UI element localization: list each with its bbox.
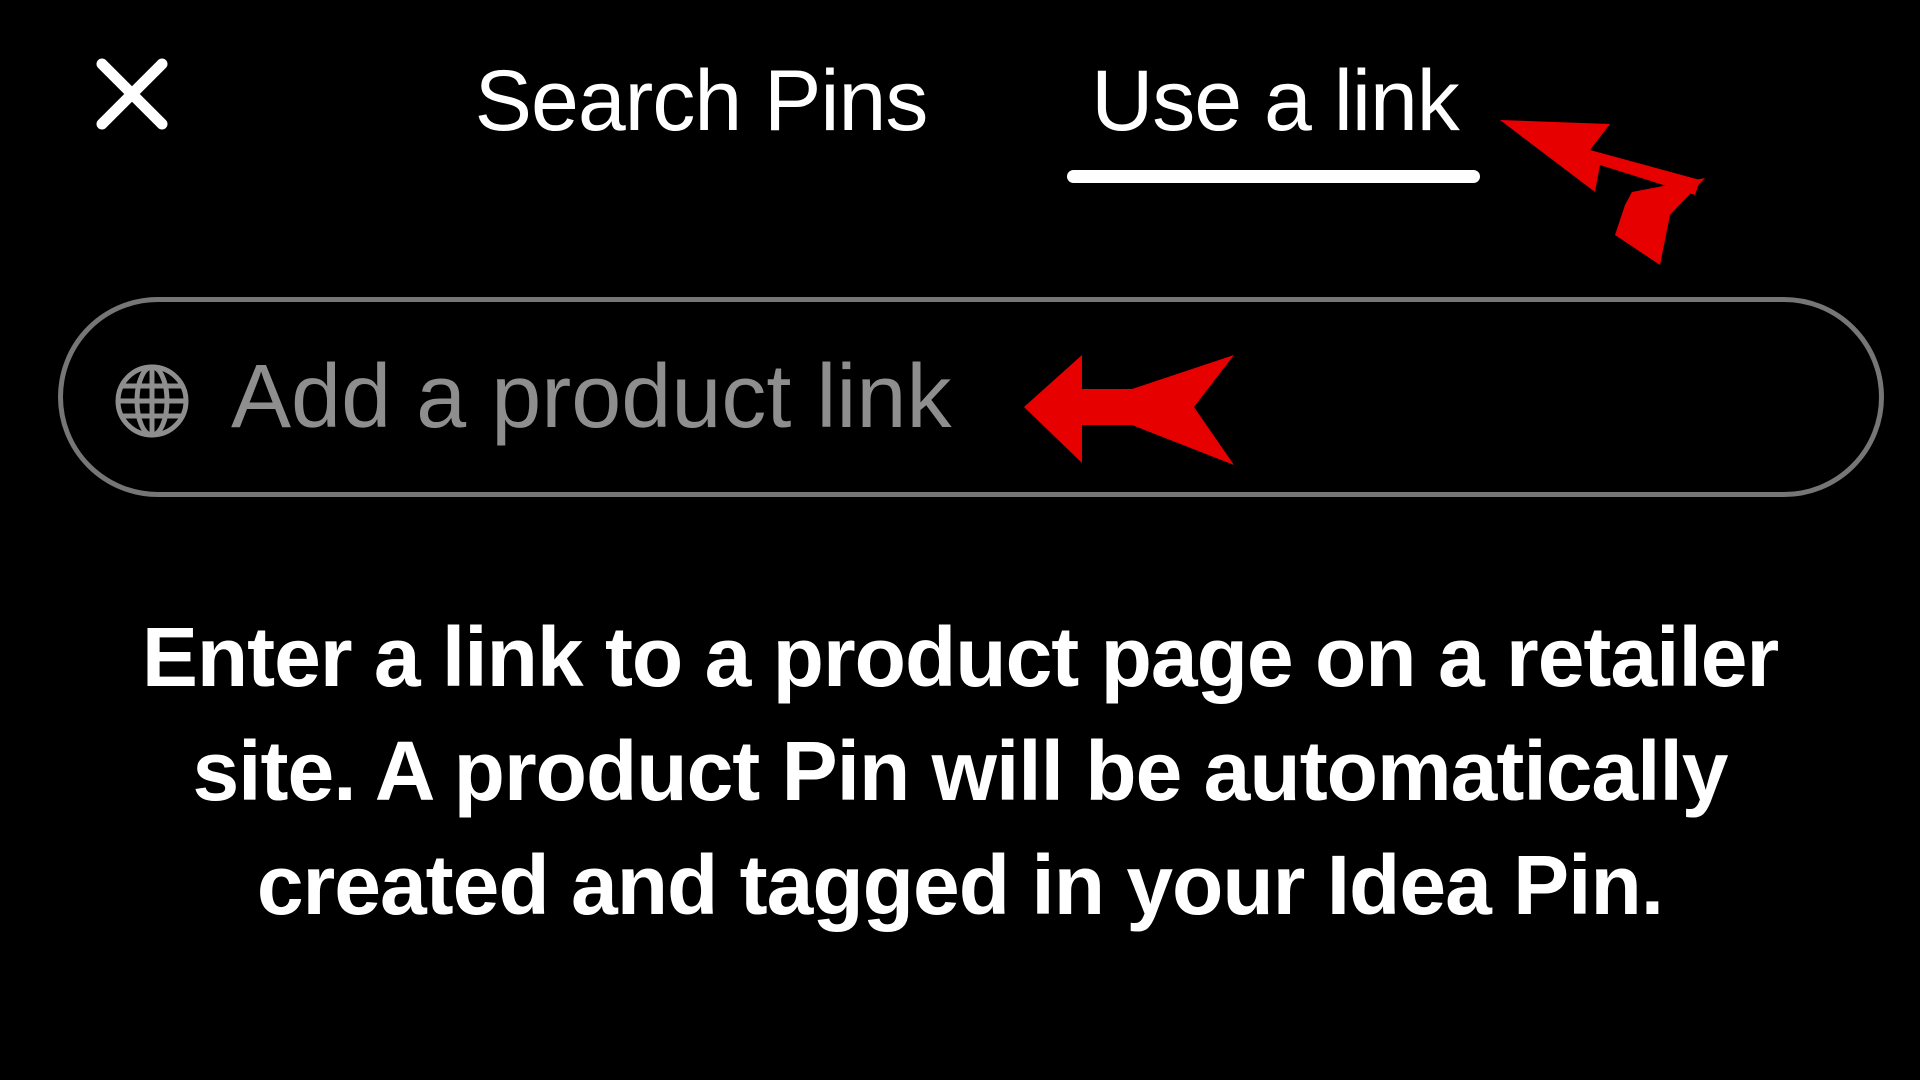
annotation-arrow-tab (1500, 120, 1710, 270)
product-link-input[interactable]: Add a product link (58, 297, 1884, 497)
close-icon (96, 58, 168, 130)
globe-icon (113, 362, 191, 440)
tab-use-a-link[interactable]: Use a link (1067, 45, 1483, 157)
active-tab-indicator (1067, 170, 1480, 183)
tab-search-pins[interactable]: Search Pins (443, 45, 959, 157)
close-button[interactable] (92, 54, 172, 134)
instructions-text: Enter a link to a product page on a reta… (141, 610, 1779, 932)
product-link-placeholder: Add a product link (231, 347, 952, 447)
